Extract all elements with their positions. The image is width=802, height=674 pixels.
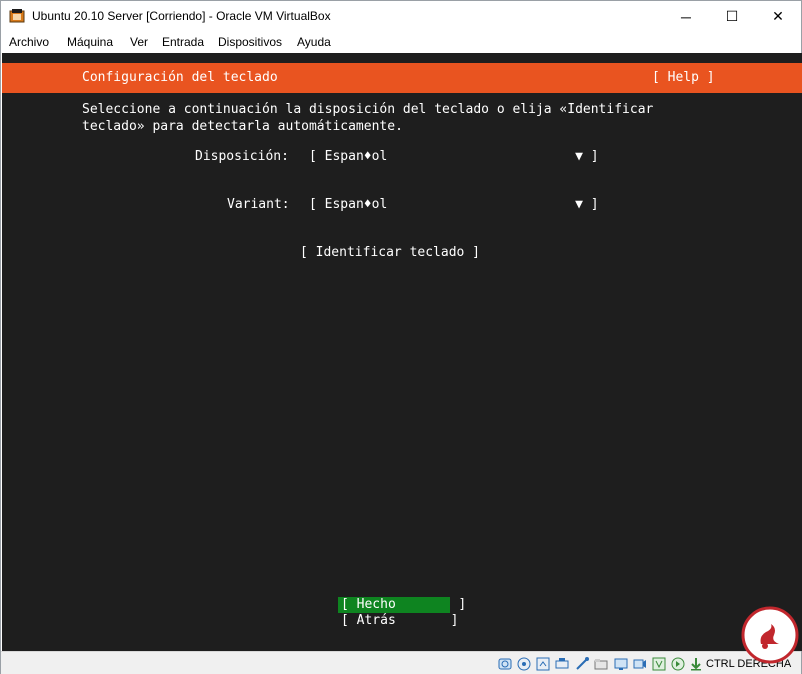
- network-icon[interactable]: [554, 656, 570, 672]
- done-button-label: [ Hecho ]: [341, 597, 467, 612]
- identify-keyboard-button[interactable]: [ Identificar teclado ]: [300, 245, 480, 260]
- menu-ver[interactable]: Ver: [130, 35, 148, 49]
- virtualization-icon[interactable]: [651, 656, 667, 672]
- instructions-text: Seleccione a continuación la disposición…: [82, 102, 654, 134]
- optical-drive-icon[interactable]: [516, 656, 532, 672]
- back-button[interactable]: [ Atrás ]: [341, 613, 458, 628]
- mouse-integration-icon[interactable]: [670, 656, 686, 672]
- variant-select[interactable]: [ Espan♦ol ▼ ]: [309, 197, 599, 212]
- menu-bar: Archivo Máquina Ver Entrada Dispositivos…: [1, 32, 801, 53]
- close-button[interactable]: ✕: [755, 1, 801, 32]
- menu-archivo[interactable]: Archivo: [9, 35, 49, 49]
- virtualbox-window: Ubuntu 20.10 Server [Corriendo] - Oracle…: [0, 0, 802, 674]
- menu-entrada[interactable]: Entrada: [162, 35, 204, 49]
- brand-logo-icon: [741, 606, 799, 664]
- maximize-button[interactable]: ☐: [709, 1, 755, 32]
- display-icon[interactable]: [613, 656, 629, 672]
- page-title: Configuración del teclado: [82, 70, 278, 85]
- audio-icon[interactable]: [535, 656, 551, 672]
- maximize-icon: ☐: [725, 8, 739, 24]
- hard-disk-icon[interactable]: [497, 656, 513, 672]
- title-bar[interactable]: Ubuntu 20.10 Server [Corriendo] - Oracle…: [1, 1, 801, 32]
- variant-label: Variant:: [227, 197, 290, 212]
- help-button[interactable]: [ Help ]: [652, 70, 715, 85]
- menu-ayuda[interactable]: Ayuda: [297, 35, 331, 49]
- installer-header: Configuración del teclado [ Help ]: [2, 63, 802, 93]
- menu-dispositivos[interactable]: Dispositivos: [218, 35, 282, 49]
- usb-icon[interactable]: [574, 656, 590, 672]
- virtualbox-app-icon: [9, 9, 25, 23]
- shared-folders-icon[interactable]: [593, 656, 609, 672]
- vm-screen[interactable]: Configuración del teclado [ Help ] Selec…: [2, 53, 802, 651]
- layout-select[interactable]: [ Espan♦ol ▼ ]: [309, 149, 599, 164]
- window-title: Ubuntu 20.10 Server [Corriendo] - Oracle…: [32, 9, 331, 23]
- minimize-button[interactable]: ─: [663, 1, 709, 32]
- done-button[interactable]: [ Hecho ]: [338, 597, 466, 613]
- download-icon[interactable]: [688, 656, 704, 672]
- layout-label: Disposición:: [195, 149, 289, 164]
- status-bar: CTRL DERECHA: [1, 651, 801, 674]
- close-icon: ✕: [772, 8, 784, 24]
- minimize-icon: ─: [681, 8, 691, 25]
- video-capture-icon[interactable]: [632, 656, 648, 672]
- menu-maquina[interactable]: Máquina: [67, 35, 113, 49]
